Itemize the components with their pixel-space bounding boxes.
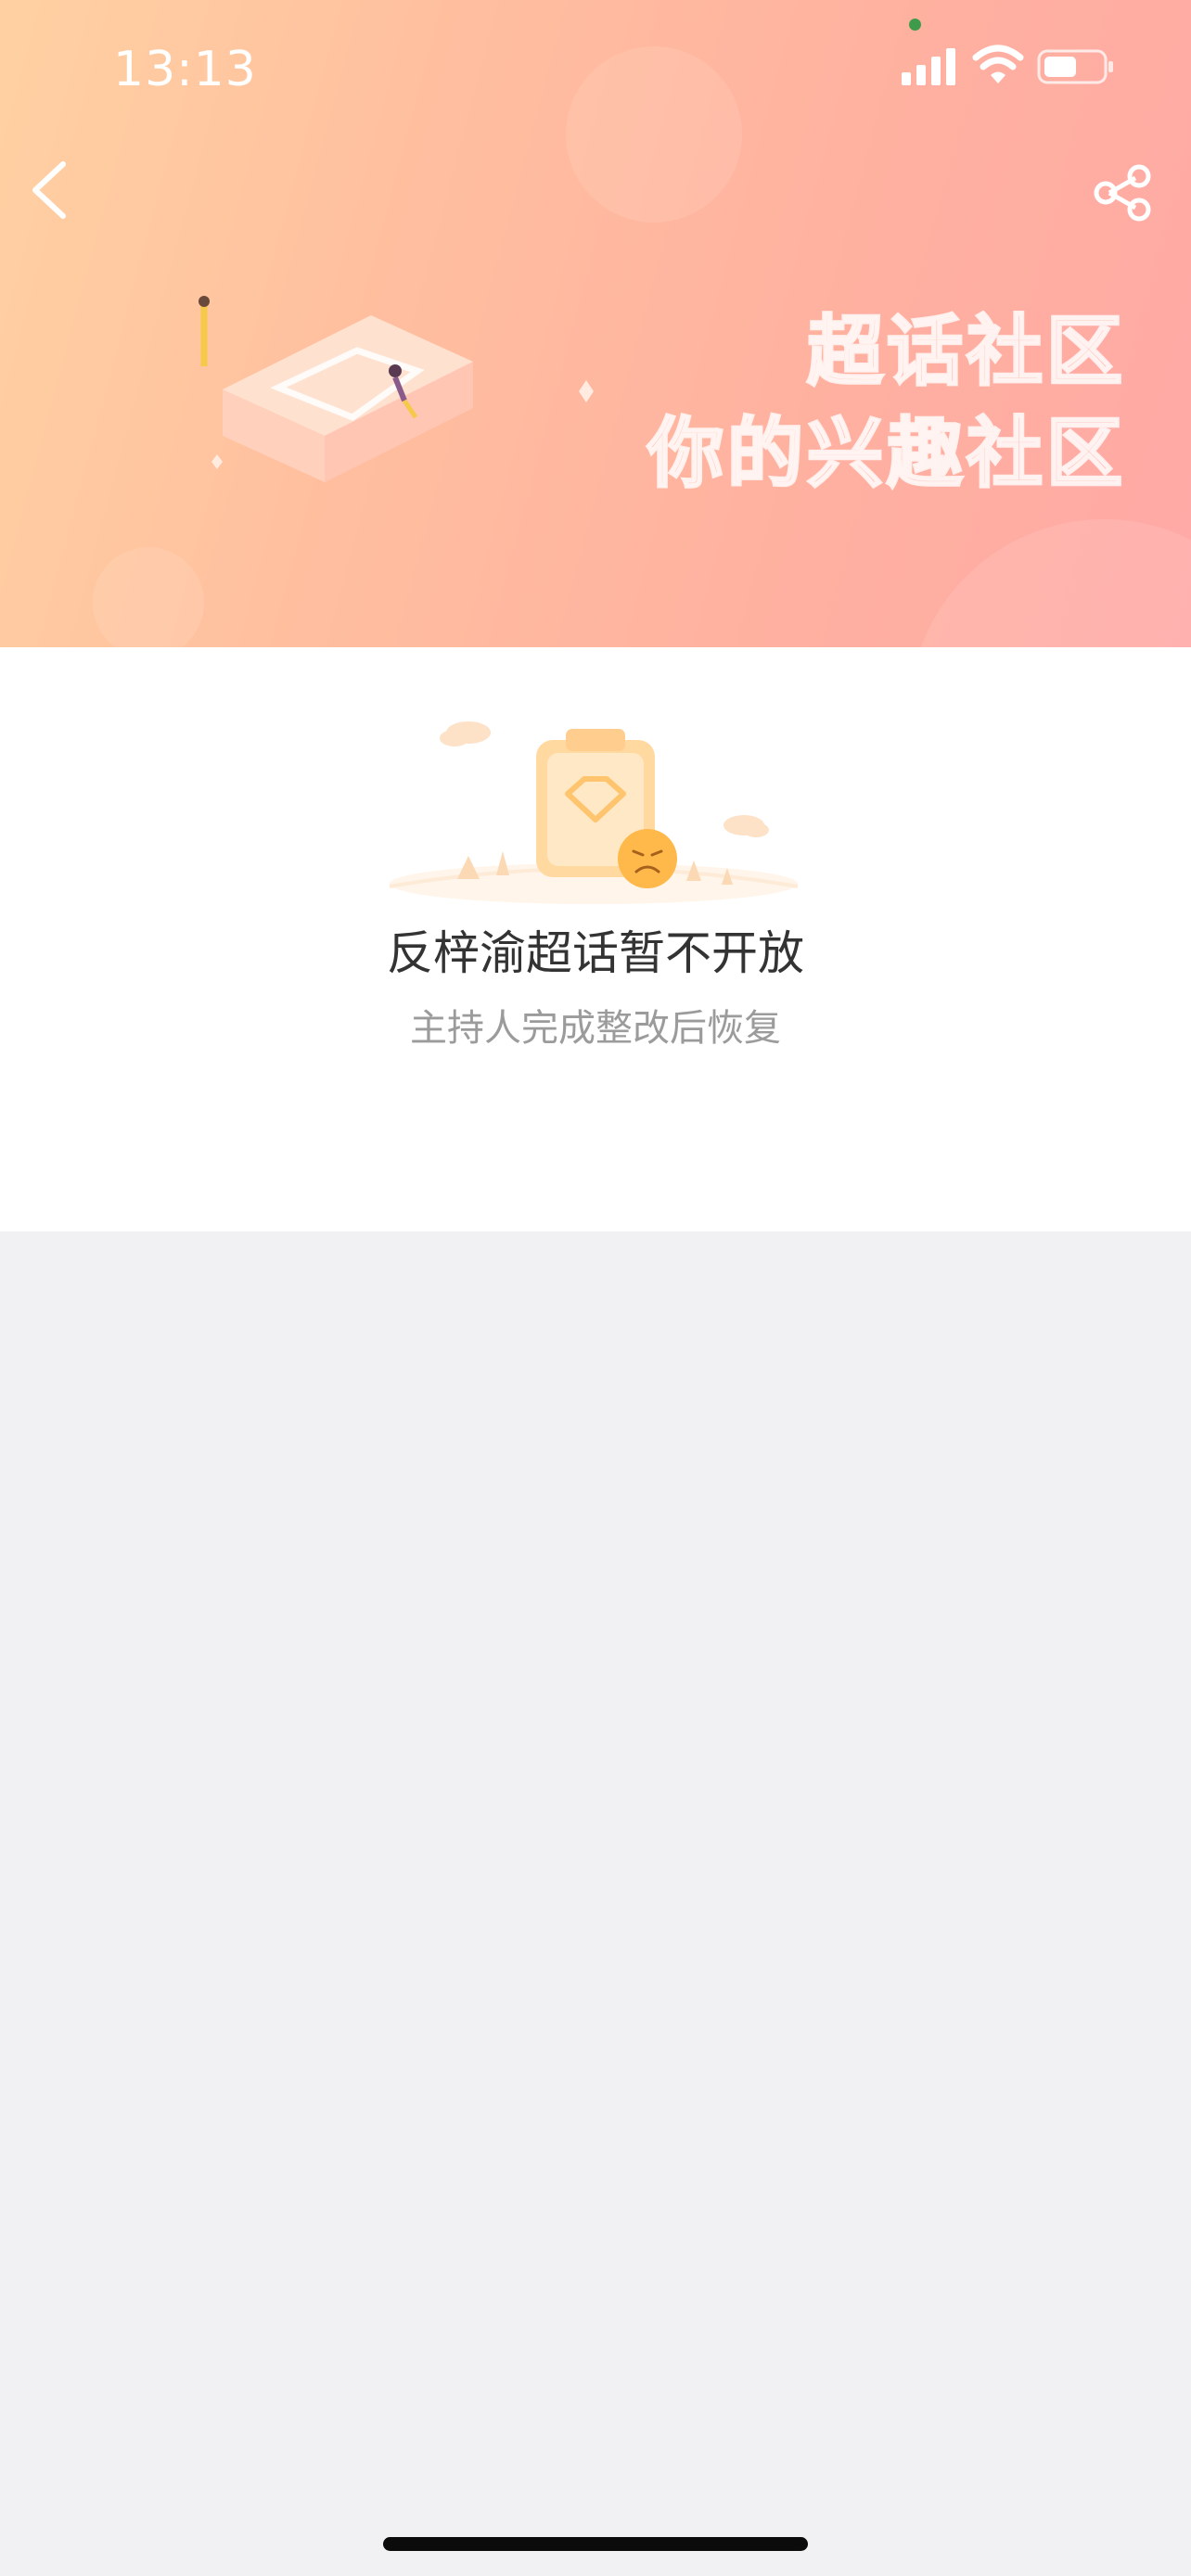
share-button[interactable] [1087, 158, 1158, 228]
status-bar: 13:13 [0, 0, 1191, 139]
empty-state-title: 反梓渝超话暂不开放 [387, 926, 804, 980]
banner-bubble-decoration [909, 519, 1191, 647]
super-topic-isometric-illustration [198, 296, 594, 482]
banner-slogan-line1: 超话社区 [805, 307, 1126, 398]
empty-state-subtitle: 主持人完成整改后恢复 [410, 1007, 781, 1050]
banner-slogan-line2: 你的兴趣社区 [646, 409, 1126, 500]
header-banner: 超话社区 你的兴趣社区 13:13 [0, 0, 1191, 647]
empty-state-card: 反梓渝超话暂不开放 主持人完成整改后恢复 [0, 647, 1191, 1231]
camera-indicator-dot [909, 19, 921, 31]
banner-bubble-decoration [93, 547, 204, 647]
sad-clipboard-illustration [389, 721, 799, 904]
battery-icon [1037, 49, 1113, 84]
wifi-icon [972, 45, 1024, 83]
back-button[interactable] [19, 153, 83, 227]
cellular-signal-icon [902, 48, 955, 85]
home-indicator [383, 2537, 808, 2551]
status-time: 13:13 [113, 42, 257, 97]
